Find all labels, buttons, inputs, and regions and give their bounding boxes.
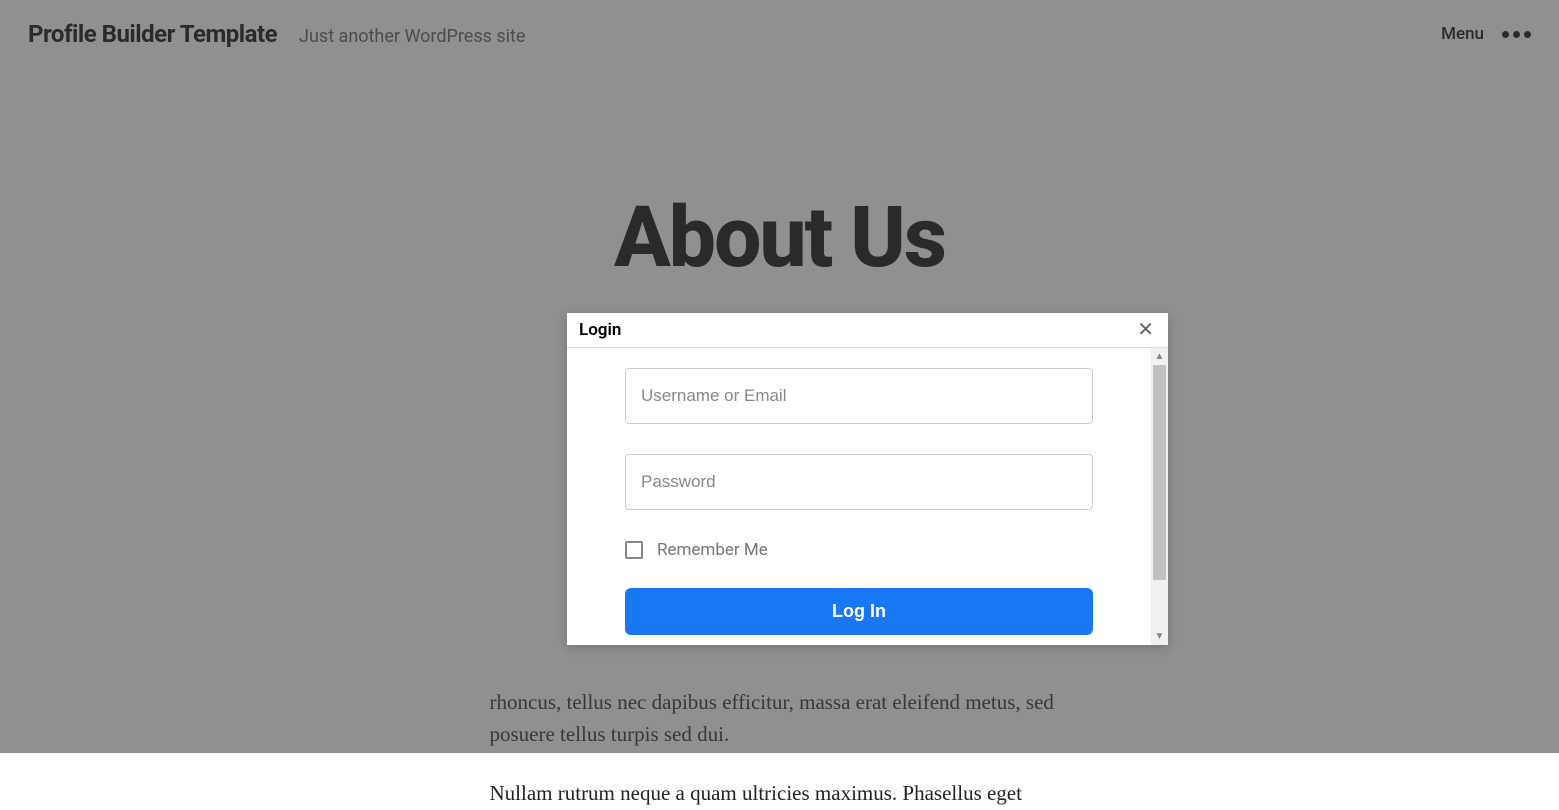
scroll-up-arrow-icon[interactable]: ▲ — [1151, 348, 1168, 365]
login-button[interactable]: Log In — [625, 588, 1093, 635]
close-icon[interactable]: ✕ — [1135, 320, 1156, 340]
remember-me-checkbox[interactable] — [625, 541, 643, 559]
password-input[interactable] — [625, 454, 1093, 510]
body-paragraph: Nullam rutrum neque a quam ultricies max… — [490, 778, 1070, 810]
modal-title: Login — [579, 320, 621, 340]
remember-me-label[interactable]: Remember Me — [657, 540, 768, 560]
modal-body: Remember Me Log In — [567, 348, 1151, 645]
remember-me-row: Remember Me — [625, 540, 1093, 560]
scroll-down-arrow-icon[interactable]: ▼ — [1151, 628, 1168, 645]
scrollbar-thumb[interactable] — [1153, 365, 1166, 580]
modal-header: Login ✕ — [567, 313, 1168, 348]
modal-body-wrapper: Remember Me Log In ▲ ▼ — [567, 348, 1168, 645]
login-modal: Login ✕ Remember Me Log In ▲ ▼ — [567, 313, 1168, 645]
username-input[interactable] — [625, 368, 1093, 424]
scrollbar-track[interactable]: ▲ ▼ — [1151, 348, 1168, 645]
